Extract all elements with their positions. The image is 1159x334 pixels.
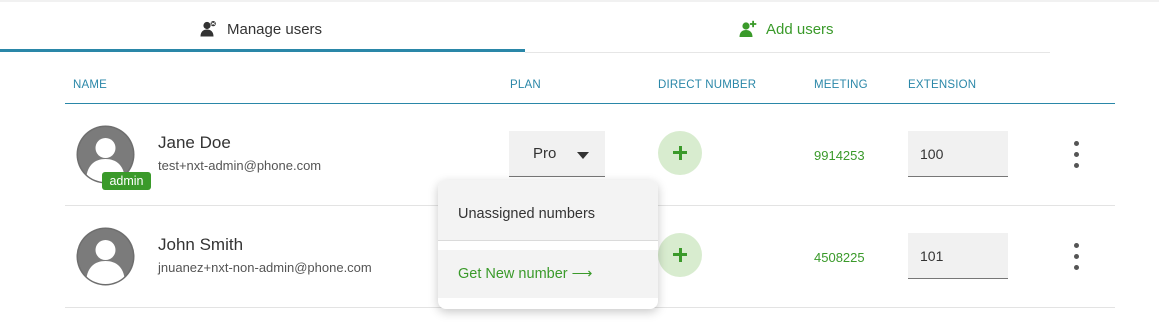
plan-select[interactable]: Pro [509, 131, 605, 177]
menu-item-label: Unassigned numbers [458, 206, 596, 222]
direct-number-dropdown: Unassigned numbers Get New number ⟶ [438, 180, 658, 309]
user-email: test+nxt-admin@phone.com [158, 158, 322, 173]
column-header-meeting: MEETING [814, 79, 868, 91]
tab-add-users-label: Add users [766, 20, 834, 38]
column-header-extension: EXTENSION [908, 79, 977, 91]
column-header-name: NAME [73, 79, 108, 91]
top-border [0, 0, 1159, 2]
tab-add-users[interactable]: Add users [739, 18, 834, 40]
plan-value: Pro [533, 145, 557, 162]
column-header-plan: PLAN [510, 79, 541, 91]
add-direct-number-button[interactable] [658, 131, 702, 175]
extension-value: 100 [920, 146, 944, 162]
meeting-number: 9914253 [814, 148, 865, 163]
column-header-direct-number: DIRECT NUMBER [658, 79, 757, 91]
user-name: Jane Doe [158, 133, 231, 152]
add-user-icon [739, 20, 757, 38]
extension-field[interactable]: 100 [908, 131, 1008, 177]
user-name: John Smith [158, 235, 244, 254]
menu-item-unassigned-numbers[interactable]: Unassigned numbers [438, 188, 658, 240]
active-tab-indicator [0, 49, 525, 52]
avatar [78, 229, 133, 284]
admin-badge: admin [102, 172, 151, 190]
meeting-number: 4508225 [814, 250, 865, 265]
tab-divider [525, 52, 1050, 53]
user-email: jnuanez+nxt-non-admin@phone.com [158, 260, 372, 275]
add-direct-number-button[interactable] [658, 233, 702, 277]
users-manage-icon [200, 20, 218, 38]
extension-value: 101 [920, 248, 944, 264]
menu-divider [438, 240, 658, 241]
more-vertical-icon[interactable] [1072, 243, 1082, 271]
menu-item-get-new-number[interactable]: Get New number ⟶ [438, 250, 658, 298]
menu-item-label: Get New number ⟶ [458, 266, 593, 282]
header-divider [65, 103, 1115, 104]
more-vertical-icon[interactable] [1072, 141, 1082, 169]
tab-manage-users[interactable]: Manage users [200, 18, 322, 40]
extension-field[interactable]: 101 [908, 233, 1008, 279]
caret-down-icon [577, 152, 589, 159]
tab-manage-users-label: Manage users [227, 20, 323, 38]
